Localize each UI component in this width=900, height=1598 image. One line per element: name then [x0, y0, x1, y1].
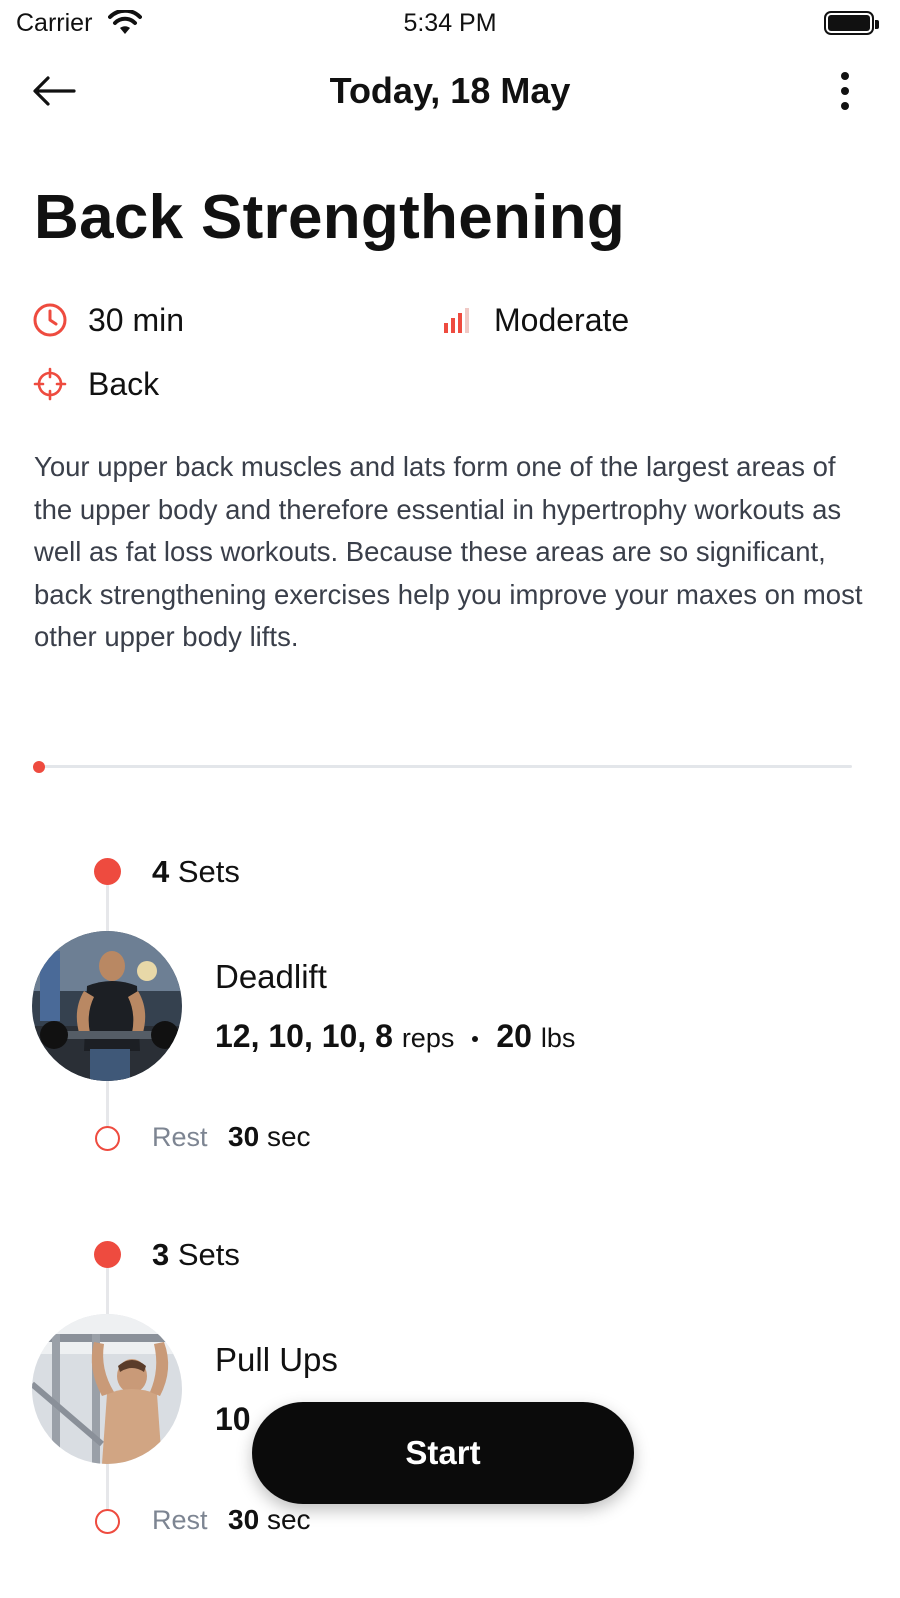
workout-title: Back Strengthening	[34, 183, 626, 252]
workout-duration: 30 min	[30, 300, 184, 340]
status-time: 5:34 PM	[403, 9, 497, 37]
workout-description: Your upper back muscles and lats form on…	[34, 451, 863, 653]
rest-duration: 30 sec	[228, 1121, 311, 1152]
exercise-thumbnail[interactable]	[32, 931, 182, 1081]
exercise-detail: 12, 10, 10, 8 reps 20 lbs	[215, 1018, 576, 1054]
target-label: Back	[88, 365, 160, 402]
workout-target: Back	[30, 364, 159, 404]
set-marker	[94, 858, 121, 885]
pull-ups-photo	[32, 1314, 182, 1464]
start-button[interactable]: Start	[252, 1402, 634, 1504]
workout-level: Moderate	[436, 300, 629, 340]
exercise-detail: 10	[215, 1401, 251, 1437]
clock-icon	[30, 300, 70, 340]
rest-marker	[95, 1126, 120, 1151]
sets-label: 3 Sets	[152, 1237, 240, 1272]
rest-label: Rest	[152, 1505, 208, 1535]
deadlift-photo	[32, 931, 182, 1081]
signal-bars-icon	[436, 300, 476, 340]
status-bar: Carrier 5:34 PM	[0, 0, 900, 48]
exercise-name[interactable]: Deadlift	[215, 958, 327, 996]
level-label: Moderate	[494, 301, 630, 338]
more-vertical-icon	[841, 72, 849, 80]
workout-progress-track	[38, 765, 852, 768]
workout-progress-indicator	[33, 761, 45, 773]
rest-duration: 30 sec	[228, 1504, 311, 1535]
exercise-thumbnail[interactable]	[32, 1314, 182, 1464]
page-date-title: Today, 18 May	[329, 70, 571, 111]
set-marker	[94, 1241, 121, 1268]
exercise-name[interactable]: Pull Ups	[215, 1341, 338, 1379]
battery-icon	[824, 11, 879, 35]
more-options-button[interactable]	[830, 68, 860, 114]
duration-label: 30 min	[88, 301, 185, 338]
sets-label: 4 Sets	[152, 854, 240, 889]
rest-marker	[95, 1509, 120, 1534]
nav-bar: Today, 18 May	[0, 60, 900, 124]
crosshair-icon	[30, 364, 70, 404]
rest-label: Rest	[152, 1122, 208, 1152]
